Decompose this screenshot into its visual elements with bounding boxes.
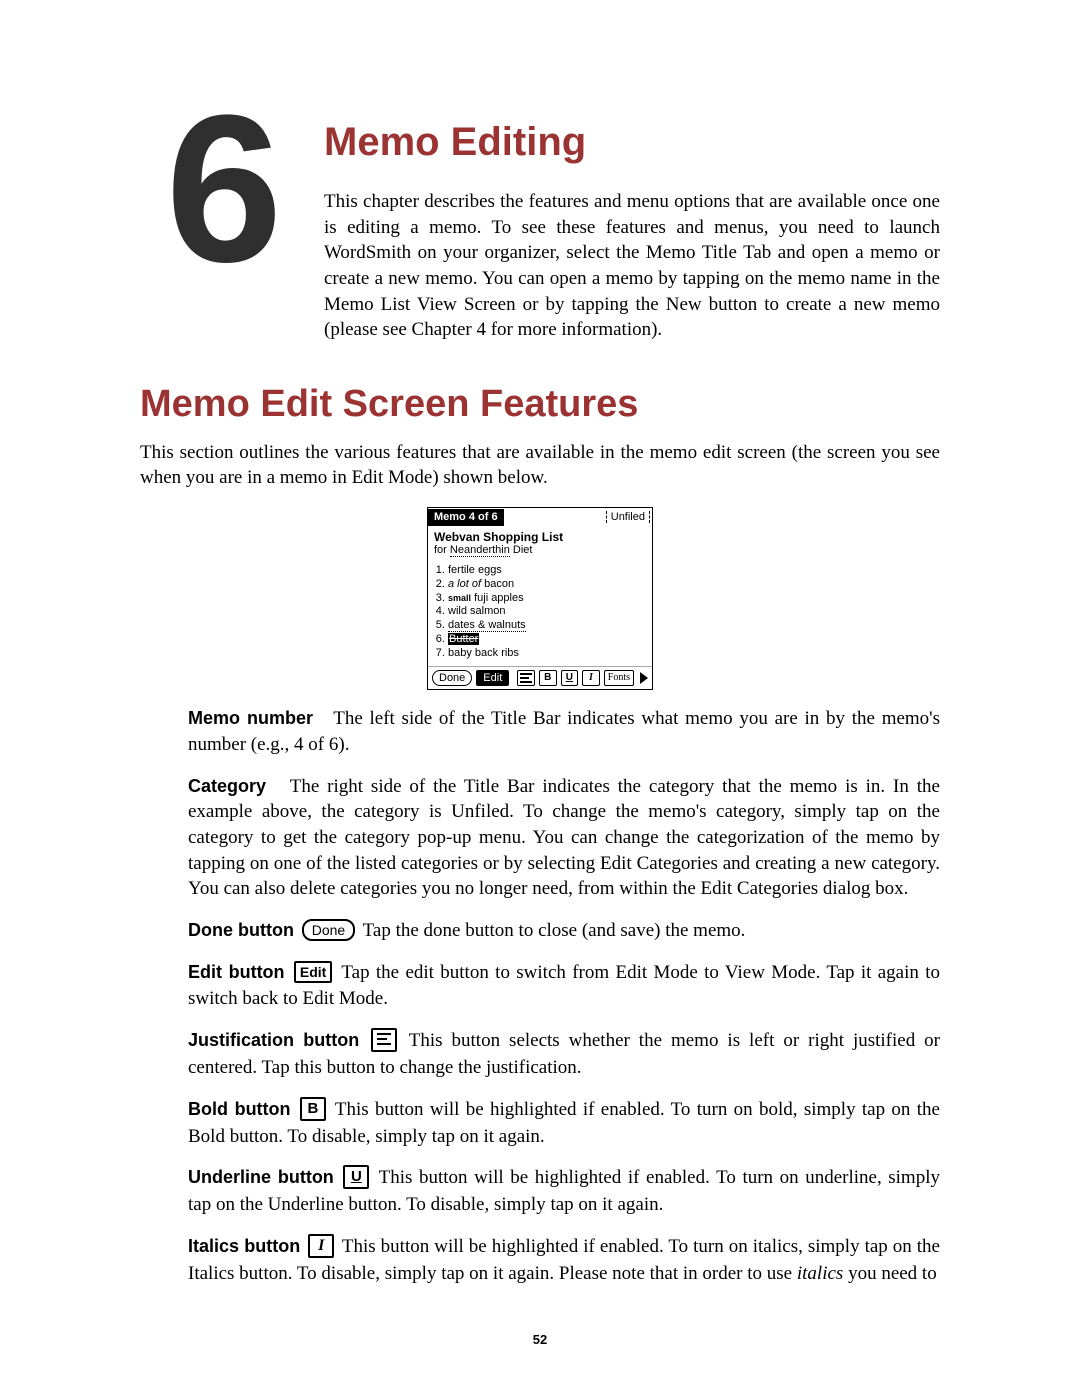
memo-edit-screenshot: Memo 4 of 6 Unfiled Webvan Shopping List… [427, 507, 653, 690]
edit-button-icon: Edit [294, 961, 332, 983]
done-button-icon: Done [302, 919, 355, 941]
section-heading: Memo Edit Screen Features [140, 383, 940, 426]
chapter-number: 6 [140, 100, 300, 279]
feature-done-button: Done button Done Tap the done button to … [188, 918, 940, 944]
feature-label: Italics button [188, 1236, 300, 1256]
document-page: 6 Memo Editing This chapter describes th… [0, 0, 1080, 1397]
feature-label: Memo number [188, 708, 313, 728]
chapter-title: Memo Editing [324, 120, 940, 165]
memo-list: fertile eggs a lot of bacon small fuji a… [434, 564, 646, 660]
list-item: dates & walnuts [448, 619, 646, 633]
feature-italics-button: Italics button I This button will be hig… [188, 1234, 940, 1287]
feature-category: Category The right side of the Title Bar… [188, 774, 940, 902]
memo-subtitle: for Neanderthin Diet [434, 544, 646, 556]
fonts-button[interactable]: Fonts [604, 670, 634, 686]
feature-label: Justification button [188, 1030, 359, 1050]
chapter-intro: This chapter describes the features and … [324, 189, 940, 343]
edit-button[interactable]: Edit [476, 670, 509, 686]
italic-icon[interactable]: I [582, 670, 600, 686]
feature-label: Category [188, 776, 266, 796]
bold-icon[interactable]: B [539, 670, 557, 686]
bold-icon: B [300, 1097, 326, 1121]
memo-title-tab[interactable]: Memo 4 of 6 [428, 509, 504, 526]
feature-label: Underline button [188, 1167, 334, 1187]
underline-icon[interactable]: U [561, 670, 579, 686]
feature-underline-button: Underline button U This button will be h… [188, 1165, 940, 1218]
feature-justify-button: Justification button This button selects… [188, 1028, 940, 1081]
arrow-right-icon[interactable] [640, 672, 648, 684]
justify-icon[interactable] [517, 670, 535, 686]
list-item: a lot of bacon [448, 578, 646, 592]
underline-icon: U [343, 1165, 369, 1189]
italic-icon: I [308, 1234, 334, 1258]
justify-icon [371, 1028, 397, 1052]
category-dropdown[interactable]: Unfiled [606, 511, 650, 523]
feature-memo-number: Memo number The left side of the Title B… [188, 706, 940, 757]
section-lead: This section outlines the various featur… [140, 440, 940, 491]
feature-label: Done button [188, 920, 294, 940]
list-item: fertile eggs [448, 564, 646, 578]
memo-title: Webvan Shopping List [434, 530, 646, 544]
feature-edit-button: Edit button Edit Tap the edit button to … [188, 960, 940, 1012]
list-item: small fuji apples [448, 592, 646, 606]
chapter-header: 6 Memo Editing This chapter describes th… [140, 120, 940, 343]
done-button[interactable]: Done [432, 670, 472, 686]
memo-toolbar: Done Edit B U I Fonts [428, 666, 652, 689]
list-item: Butter [448, 633, 646, 647]
list-item: wild salmon [448, 605, 646, 619]
list-item: baby back ribs [448, 647, 646, 661]
feature-label: Edit button [188, 962, 285, 982]
feature-bold-button: Bold button B This button will be highli… [188, 1097, 940, 1150]
page-number: 52 [0, 1332, 1080, 1347]
feature-label: Bold button [188, 1099, 291, 1119]
